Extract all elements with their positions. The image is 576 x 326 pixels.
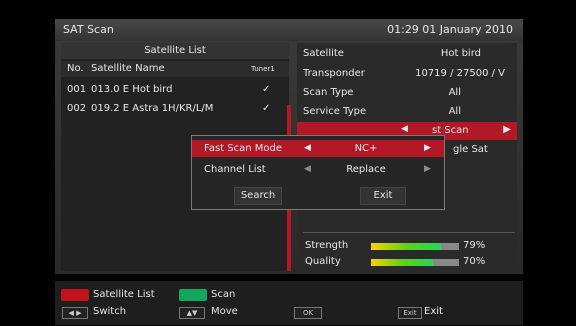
date-time: 01:29 01 January 2010: [387, 23, 513, 36]
exit-key-icon: Exit: [398, 307, 422, 319]
satellite-row[interactable]: 001 013.0 E Hot bird ✓: [61, 81, 289, 99]
switch-label: Switch: [93, 306, 127, 317]
red-key-icon: [61, 289, 89, 301]
settings-row[interactable]: Scan Type All: [297, 84, 517, 102]
column-tuner: Tuner1: [251, 65, 275, 73]
fast-scan-mode-label: Fast Scan Mode: [204, 143, 283, 154]
tuner-check-icon: ✓: [262, 103, 271, 114]
setting-value: All: [448, 106, 461, 117]
setting-label: Service Type: [303, 106, 367, 117]
setting-label: Satellite: [303, 48, 344, 59]
quality-label: Quality: [305, 256, 341, 267]
satellite-number: 001: [67, 84, 87, 95]
satellite-row[interactable]: 002 019.2 E Astra 1H/KR/L/M ✓: [61, 100, 289, 118]
quality-fill: [371, 259, 433, 266]
green-key-label: Scan: [211, 289, 236, 300]
setting-value-partial: gle Sat: [453, 144, 488, 155]
satellite-number: 002: [67, 103, 87, 114]
settings-row[interactable]: Service Type All: [297, 103, 517, 121]
setting-value: 10719 / 27500 / V: [415, 68, 505, 79]
satellite-name: 013.0 E Hot bird: [91, 84, 173, 95]
scan-mode-left-arrow-icon[interactable]: ◀: [401, 124, 408, 134]
quality-meter: [371, 259, 459, 266]
move-key-icon: ▲▼: [179, 307, 205, 319]
channel-list-row[interactable]: Channel List ◀ Replace ▶: [192, 161, 444, 178]
satellite-name: 019.2 E Astra 1H/KR/L/M: [91, 103, 214, 114]
quality-percent: 70%: [463, 256, 486, 267]
scan-mode-right-arrow-icon[interactable]: ▶: [503, 124, 511, 135]
setting-label: Scan Type: [303, 87, 354, 98]
fast-scan-mode-value: NC+: [354, 143, 378, 154]
switch-key-icon: ◀ ▶: [62, 307, 88, 319]
column-satellite-name: Satellite Name: [91, 63, 165, 74]
fast-scan-mode-row[interactable]: Fast Scan Mode ◀ NC+ ▶: [192, 140, 444, 157]
channel-list-label: Channel List: [204, 164, 266, 175]
tuner-check-icon: ✓: [262, 84, 271, 95]
fast-scan-mode-right-icon[interactable]: ▶: [424, 143, 431, 153]
setting-label: Transponder: [303, 68, 365, 79]
setting-value: All: [448, 87, 461, 98]
settings-row[interactable]: Transponder 10719 / 27500 / V: [297, 65, 517, 83]
satellite-list-header: Satellite List: [61, 43, 289, 59]
channel-list-value: Replace: [346, 164, 386, 175]
channel-list-right-icon[interactable]: ▶: [424, 164, 431, 174]
green-key-icon: [179, 289, 207, 301]
footer-key-legend: Satellite List Scan ◀ ▶ Switch ▲▼ Move O…: [55, 281, 523, 325]
ok-key-icon: OK: [294, 307, 322, 319]
satellite-list-columns: No. Satellite Name Tuner1: [61, 61, 289, 77]
fast-scan-dialog: Fast Scan Mode ◀ NC+ ▶ Channel List ◀ Re…: [191, 135, 445, 210]
exit-label: Exit: [424, 306, 443, 317]
column-no: No.: [67, 63, 84, 74]
red-key-label: Satellite List: [93, 289, 155, 300]
signal-separator: [303, 232, 515, 233]
setting-value: Hot bird: [440, 48, 481, 59]
move-label: Move: [211, 306, 238, 317]
strength-fill: [371, 243, 441, 250]
search-button[interactable]: Search: [234, 187, 282, 205]
screen-title: SAT Scan: [63, 23, 114, 36]
strength-label: Strength: [305, 240, 349, 251]
exit-button[interactable]: Exit: [360, 187, 406, 205]
title-bar: SAT Scan 01:29 01 January 2010: [55, 19, 523, 41]
strength-meter: [371, 243, 459, 250]
settings-row[interactable]: Satellite Hot bird: [297, 45, 517, 63]
strength-percent: 79%: [463, 240, 486, 251]
